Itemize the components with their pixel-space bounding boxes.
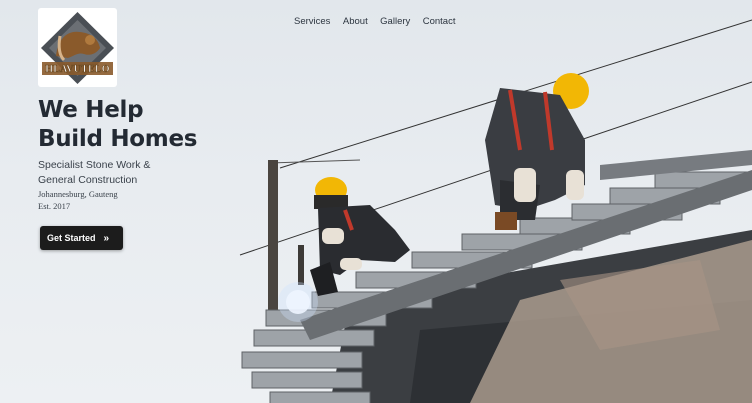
main-nav: Services About Gallery Contact <box>294 11 463 29</box>
get-started-button[interactable]: Get Started » <box>40 226 123 250</box>
hero-subtitle-line1: Specialist Stone Work & <box>38 159 151 171</box>
nav-link-gallery[interactable]: Gallery <box>380 16 410 27</box>
company-logo[interactable]: HLAVUTELO <box>38 8 117 87</box>
hero-subtitle: Specialist Stone Work & General Construc… <box>38 158 150 188</box>
nav-link-services[interactable]: Services <box>294 16 330 27</box>
logo-text: HLAVUTELO <box>45 64 110 76</box>
hero-title-line1: We Help <box>38 97 144 123</box>
location-text: Johannesburg, Gauteng <box>38 189 118 199</box>
nav-link-about[interactable]: About <box>343 16 368 27</box>
established-text: Est. 2017 <box>38 201 71 211</box>
hero-title-line2: Build Homes <box>38 126 198 152</box>
hero-subtitle-line2: General Construction <box>38 174 138 186</box>
nav-link-contact[interactable]: Contact <box>423 16 456 27</box>
hero-section: HLAVUTELO Services About Gallery Contact… <box>0 0 752 403</box>
double-chevron-right-icon: » <box>103 232 110 244</box>
hero-title: We Help Build Homes <box>38 96 197 154</box>
get-started-label: Get Started <box>47 233 96 243</box>
